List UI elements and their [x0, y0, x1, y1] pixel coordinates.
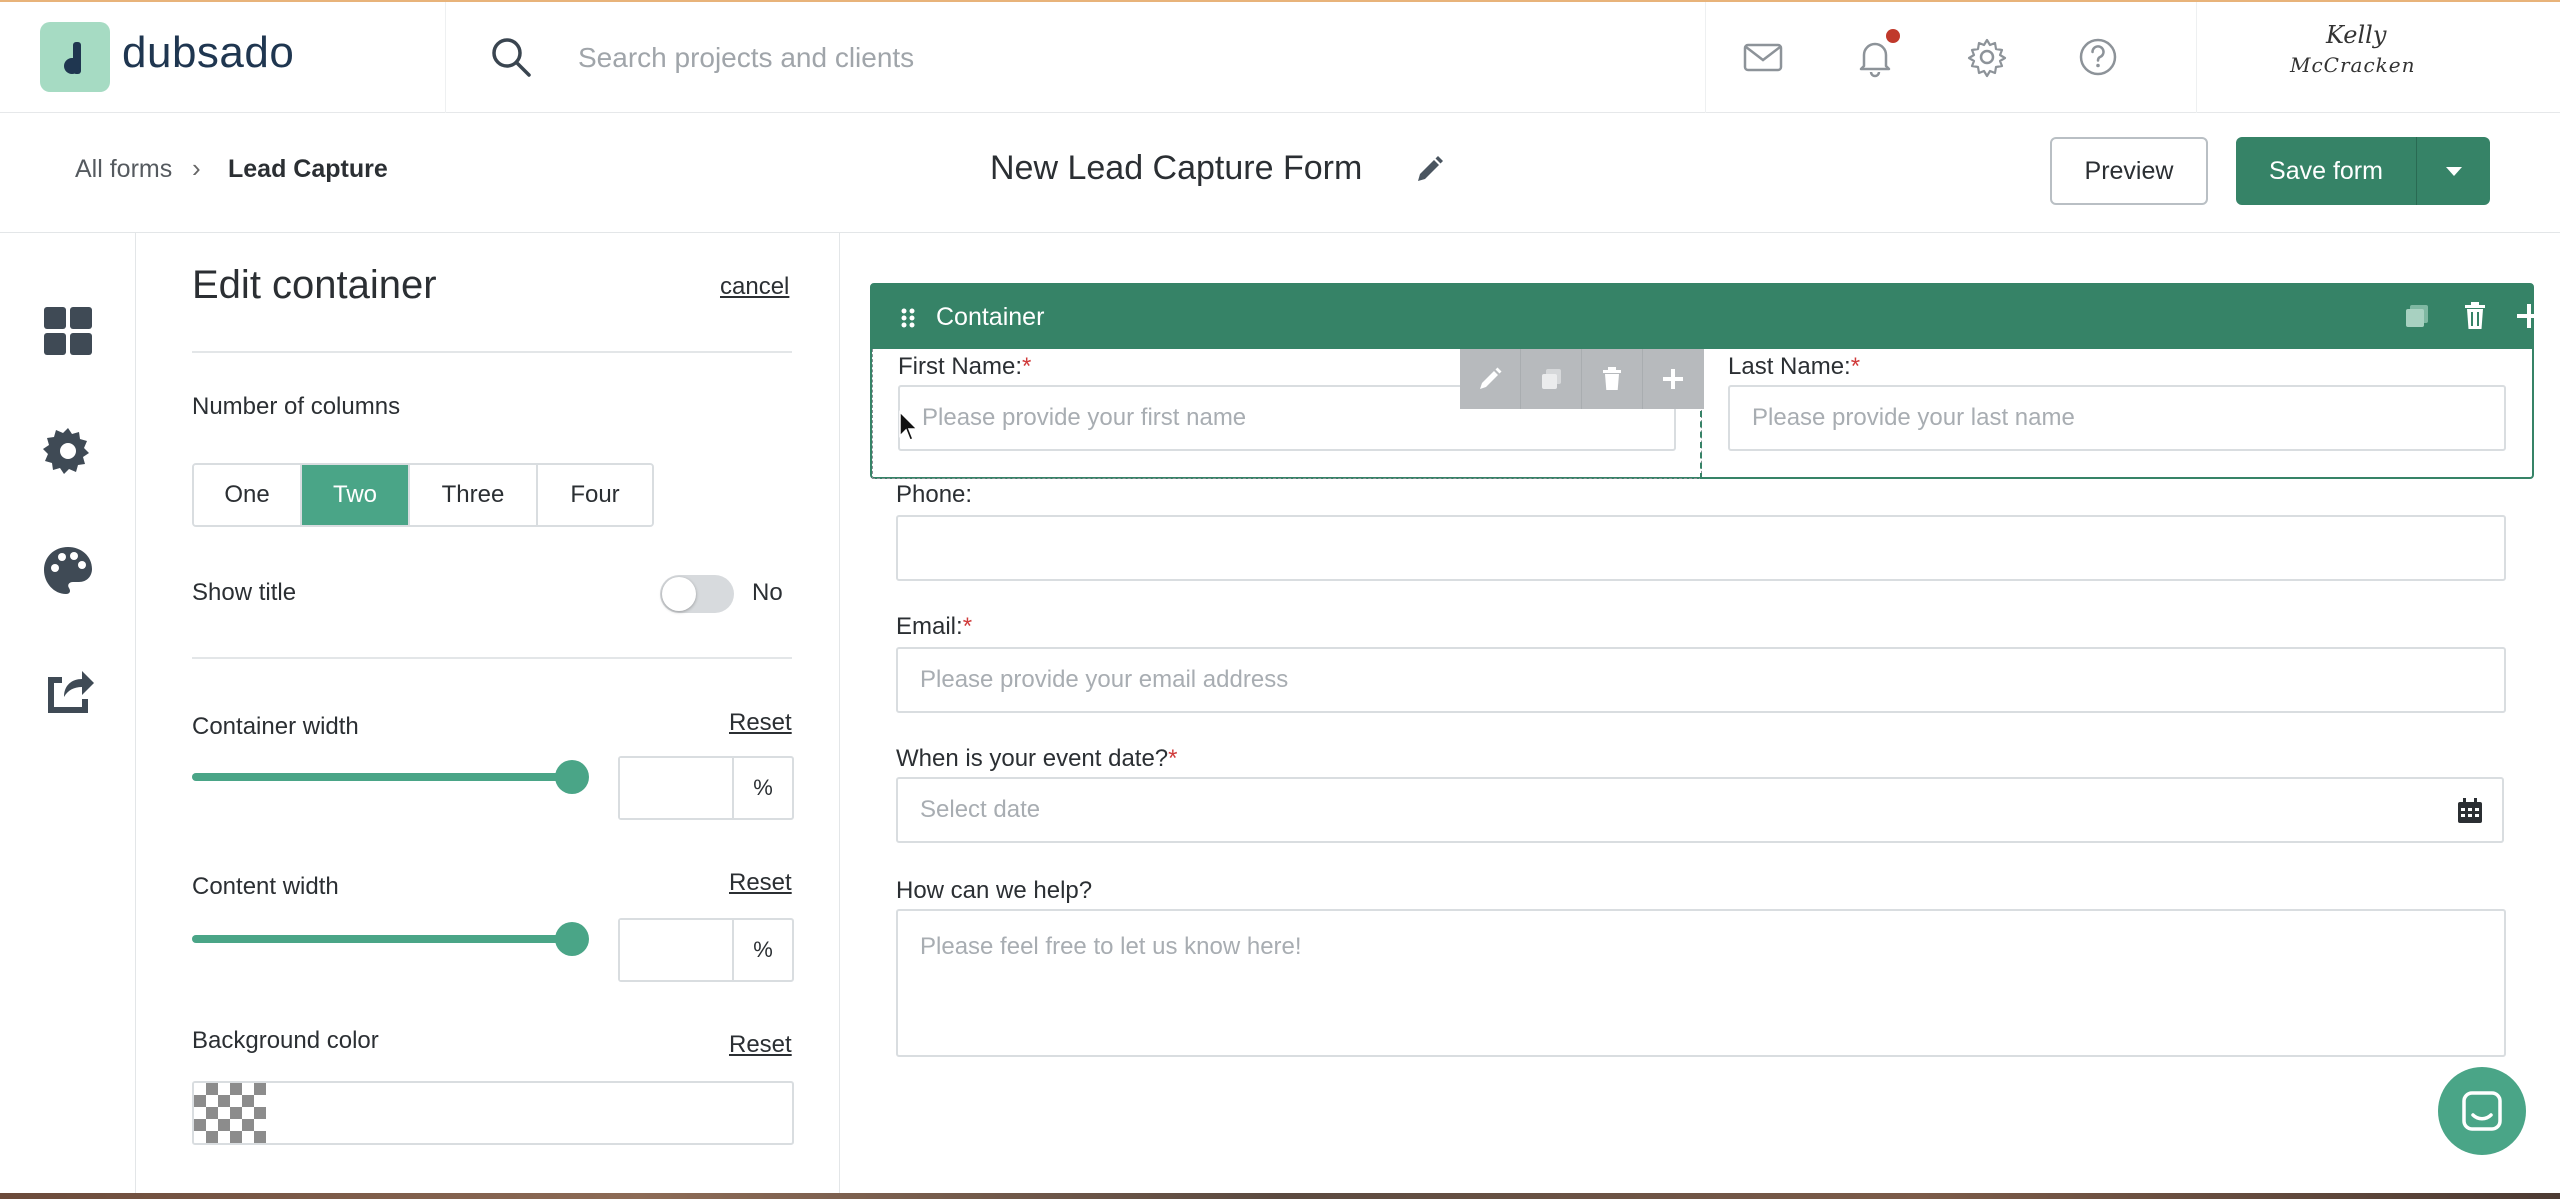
- container-width-label: Container width: [192, 713, 359, 740]
- help-textarea[interactable]: [896, 909, 2506, 1057]
- last-name-label: Last Name:*: [1728, 353, 1861, 380]
- trash-icon[interactable]: [2458, 299, 2492, 333]
- edit-title-pencil-icon[interactable]: [1412, 153, 1446, 187]
- user-signature-avatar[interactable]: Kelly McCracken: [2278, 20, 2458, 100]
- background-color-reset[interactable]: Reset: [729, 1031, 792, 1059]
- container-header[interactable]: Container: [872, 285, 2541, 349]
- phone-label: Phone:: [896, 481, 973, 508]
- event-date-label: When is your event date?*: [896, 745, 1178, 772]
- columns-two-button[interactable]: Two: [302, 465, 410, 525]
- desktop-background: [0, 1193, 2560, 1199]
- content-width-label: Content width: [192, 873, 339, 900]
- first-name-label: First Name:*: [898, 353, 1032, 380]
- palette-icon[interactable]: [40, 543, 96, 599]
- calendar-icon: [2458, 798, 2482, 823]
- date-picker-button[interactable]: [2438, 777, 2504, 843]
- save-options-dropdown[interactable]: [2416, 137, 2490, 205]
- gear-icon[interactable]: [1964, 34, 2010, 80]
- columns-three-button[interactable]: Three: [410, 465, 538, 525]
- signature-first: Kelly: [2326, 21, 2387, 49]
- pencil-icon: [1480, 367, 1502, 389]
- content-width-field: %: [618, 918, 794, 982]
- container-width-input[interactable]: [620, 758, 734, 818]
- container-width-reset[interactable]: Reset: [729, 709, 792, 737]
- percent-unit: %: [753, 775, 773, 800]
- duplicate-field-button[interactable]: [1521, 349, 1582, 409]
- container-block[interactable]: Container First Name:* Last Name:*: [870, 283, 2541, 479]
- share-icon[interactable]: [40, 663, 96, 719]
- mouse-cursor-icon: [899, 410, 919, 441]
- drag-handle-icon[interactable]: [900, 307, 916, 329]
- chat-launcher-button[interactable]: [2438, 1067, 2526, 1155]
- form-header: All forms › Lead Capture New Lead Captur…: [0, 113, 2560, 233]
- duplicate-icon[interactable]: [2400, 299, 2434, 333]
- top-bar: dubsado Kelly McCracken: [0, 0, 2560, 115]
- add-field-button[interactable]: [1643, 349, 1704, 409]
- cancel-link[interactable]: cancel: [720, 273, 789, 301]
- top-divider: [1705, 2, 1706, 115]
- divider: [192, 351, 792, 353]
- left-rail: [0, 233, 136, 1193]
- top-divider: [2196, 2, 2197, 115]
- content-width-slider[interactable]: [192, 922, 589, 956]
- notification-dot: [1886, 29, 1900, 43]
- edit-container-panel: Edit container cancel Number of columns …: [136, 233, 840, 1193]
- container-title: Container: [936, 303, 1045, 331]
- content-width-reset[interactable]: Reset: [729, 869, 792, 897]
- plus-icon: [1663, 369, 1683, 389]
- duplicate-icon: [1542, 369, 1561, 389]
- container-width-slider[interactable]: [192, 760, 589, 794]
- plus-icon[interactable]: [2512, 299, 2546, 333]
- background-color-label: Background color: [192, 1027, 379, 1054]
- columns-one-button[interactable]: One: [194, 465, 302, 525]
- breadcrumb-separator: ›: [192, 153, 201, 183]
- field-toolbar: [1460, 349, 1704, 409]
- show-title-toggle[interactable]: [660, 575, 734, 613]
- columns-four-button[interactable]: Four: [538, 465, 652, 525]
- delete-field-button[interactable]: [1582, 349, 1643, 409]
- slider-thumb[interactable]: [555, 760, 589, 794]
- form-title[interactable]: New Lead Capture Form: [990, 149, 1362, 188]
- preview-button[interactable]: Preview: [2050, 137, 2208, 205]
- mail-icon[interactable]: [1740, 34, 1786, 80]
- caret-down-icon: [2446, 167, 2462, 176]
- chat-icon: [2462, 1091, 2502, 1131]
- top-divider: [445, 2, 446, 115]
- content-width-input[interactable]: [620, 920, 734, 980]
- brand-name[interactable]: dubsado: [122, 28, 294, 78]
- signature-last: McCracken: [2290, 53, 2416, 77]
- email-label: Email:*: [896, 613, 973, 640]
- show-title-value: No: [752, 579, 783, 606]
- help-label: How can we help?: [896, 877, 1093, 904]
- help-icon[interactable]: [2075, 34, 2121, 80]
- layout-icon[interactable]: [40, 303, 96, 359]
- percent-unit: %: [753, 937, 773, 962]
- container-width-field: %: [618, 756, 794, 820]
- last-name-input[interactable]: [1728, 385, 2506, 451]
- trash-icon: [1603, 367, 1621, 390]
- event-date-input[interactable]: [896, 777, 2440, 843]
- divider: [192, 657, 792, 659]
- phone-input[interactable]: [896, 515, 2506, 581]
- breadcrumb-all-forms[interactable]: All forms: [75, 155, 172, 184]
- edit-field-button[interactable]: [1460, 349, 1521, 409]
- search-input[interactable]: [578, 38, 1478, 78]
- settings-icon[interactable]: [40, 423, 96, 479]
- slider-thumb[interactable]: [555, 922, 589, 956]
- background-color-picker[interactable]: [192, 1081, 794, 1145]
- dubsado-logo-icon[interactable]: [40, 22, 110, 92]
- breadcrumb-current: Lead Capture: [228, 155, 388, 183]
- app-window: dubsado Kelly McCracken: [0, 0, 2560, 1193]
- columns-label: Number of columns: [192, 393, 401, 420]
- columns-selector: One Two Three Four: [192, 463, 654, 527]
- save-form-button[interactable]: Save form: [2236, 137, 2416, 205]
- transparent-swatch: [194, 1083, 266, 1143]
- search-icon[interactable]: [489, 35, 533, 79]
- form-canvas: Container First Name:* Last Name:*: [840, 233, 2560, 1193]
- panel-title: Edit container: [192, 263, 437, 307]
- show-title-label: Show title: [192, 579, 297, 606]
- email-input[interactable]: [896, 647, 2506, 713]
